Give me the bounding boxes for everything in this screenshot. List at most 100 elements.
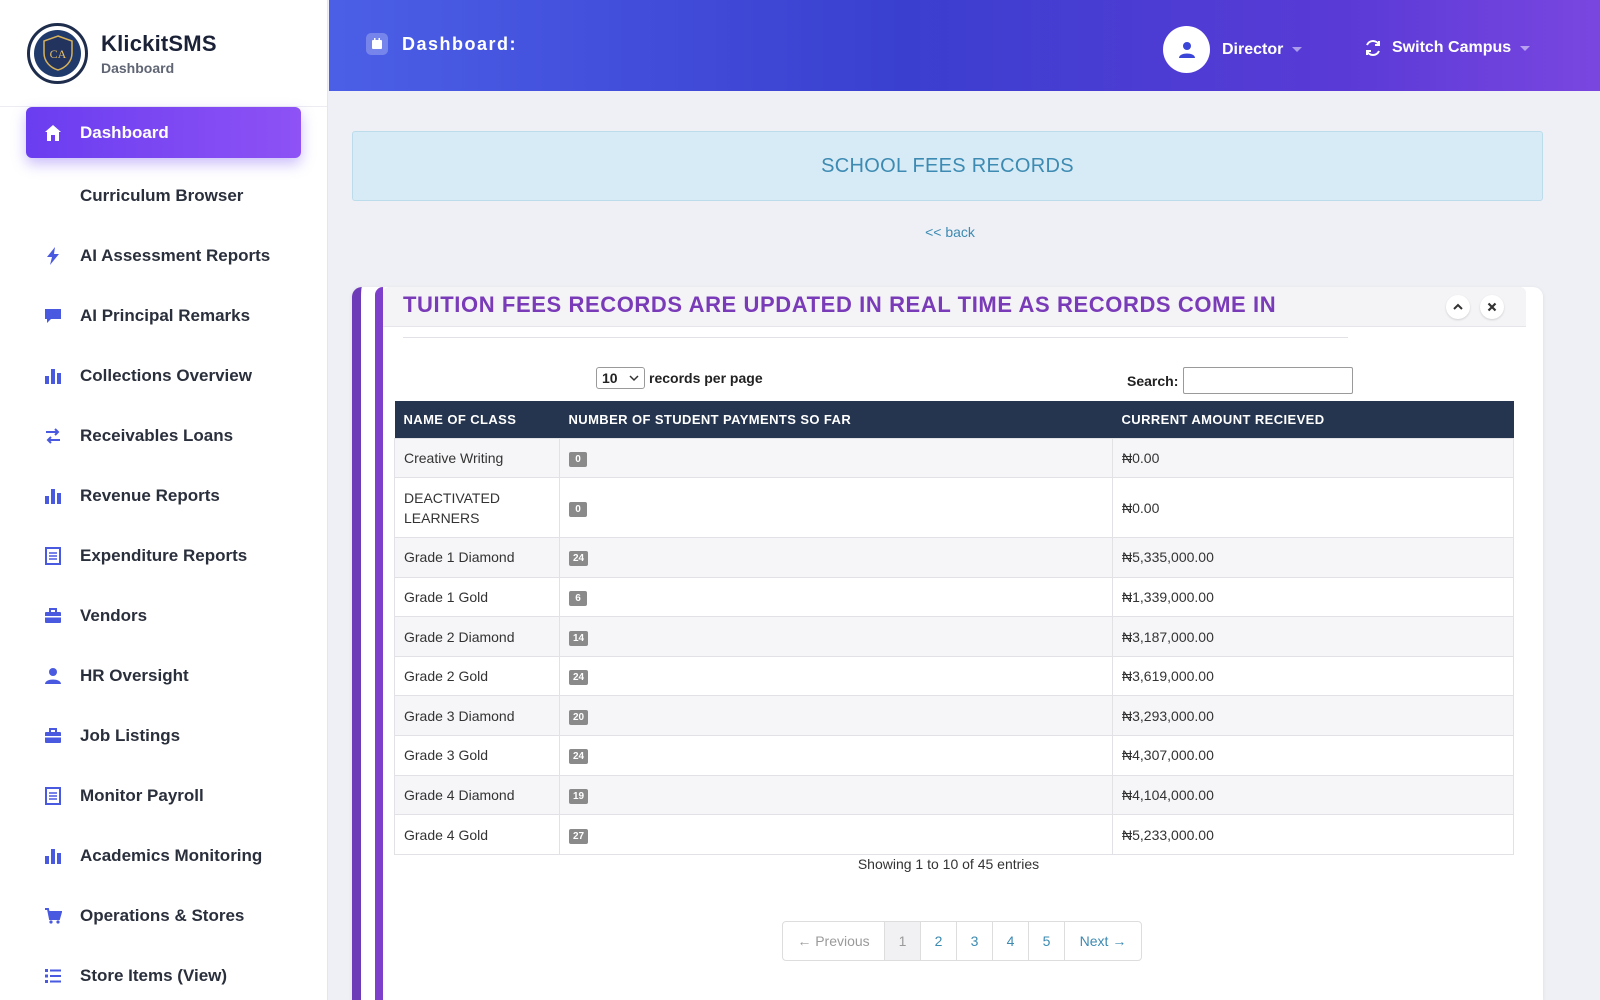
table-row: Grade 3 Gold 24 ₦4,307,000.00 — [394, 735, 1514, 776]
amount-cell: ₦0.00 — [1112, 477, 1514, 539]
payments-cell: 24 — [559, 537, 1113, 578]
sidebar: CA KlickitSMS Dashboard Dashboard Curric… — [0, 0, 328, 1000]
sidebar-item-receivables-loans[interactable]: Receivables Loans — [0, 406, 327, 466]
payments-cell: 0 — [559, 477, 1113, 539]
switch-campus-button[interactable]: Switch Campus — [1364, 39, 1531, 57]
table-info: Showing 1 to 10 of 45 entries — [383, 856, 1534, 872]
sidebar-item-label: Revenue Reports — [80, 486, 220, 505]
school-fees-banner: SCHOOL FEES RECORDS — [352, 131, 1543, 201]
school-logo[interactable]: CA — [27, 22, 88, 84]
sidebar-item-label: Receivables Loans — [80, 426, 234, 445]
sidebar-item-label: Store Items (View) — [80, 966, 228, 985]
sidebar-item-label: Operations & Stores — [80, 906, 245, 925]
sidebar-item-label: HR Oversight — [80, 666, 189, 685]
sidebar-item-label: Monitor Payroll — [80, 786, 204, 805]
collapse-button[interactable] — [1446, 295, 1470, 319]
page-button-3[interactable]: 3 — [957, 922, 993, 960]
table-row: Grade 2 Diamond 14 ₦3,187,000.00 — [394, 616, 1514, 657]
page-length-select[interactable]: 10 — [596, 367, 645, 389]
back-link[interactable]: << back — [900, 224, 1000, 240]
page-button-5[interactable]: 5 — [1029, 922, 1065, 960]
exchange-icon — [43, 426, 63, 446]
payments-cell: 14 — [559, 616, 1113, 657]
page-button-4[interactable]: 4 — [993, 922, 1029, 960]
payments-badge: 14 — [569, 630, 589, 646]
search-input[interactable] — [1183, 367, 1354, 394]
payments-cell: 6 — [559, 576, 1113, 618]
tuition-records-panel: TUITION FEES RECORDS ARE UPDATED IN REAL… — [375, 287, 1526, 1000]
panel-header: TUITION FEES RECORDS ARE UPDATED IN REAL… — [383, 287, 1526, 327]
briefcase-icon — [43, 726, 63, 746]
table-info-text: Showing 1 to 10 of 45 entries — [857, 856, 1040, 872]
page-length-value: 10 — [602, 370, 618, 386]
user-menu[interactable]: Director — [1163, 26, 1303, 73]
top-header: Dashboard: Director Switch Campus — [329, 0, 1600, 91]
table-row: Grade 4 Diamond 19 ₦4,104,000.00 — [394, 774, 1514, 816]
table-row: Grade 4 Gold 27 ₦5,233,000.00 — [394, 814, 1514, 855]
bar-chart-icon — [43, 846, 63, 866]
class-name-cell: Grade 4 Diamond — [394, 774, 560, 816]
column-header-payments[interactable]: NUMBER OF STUDENT PAYMENTS SO FAR — [560, 401, 1113, 438]
fees-table: NAME OF CLASS NUMBER OF STUDENT PAYMENTS… — [394, 401, 1514, 855]
brand: CA KlickitSMS Dashboard — [0, 0, 327, 107]
class-name-cell: Grade 3 Diamond — [394, 695, 560, 737]
sidebar-item-academics-monitoring[interactable]: Academics Monitoring — [0, 826, 327, 886]
banner-text: SCHOOL FEES RECORDS — [821, 154, 1074, 177]
sidebar-item-ai-assessment-reports[interactable]: AI Assessment Reports — [0, 226, 327, 286]
sidebar-item-operations-stores[interactable]: Operations & Stores — [0, 886, 327, 946]
payments-badge: 24 — [569, 551, 589, 567]
close-icon — [1487, 302, 1497, 312]
sidebar-item-job-listings[interactable]: Job Listings — [0, 706, 327, 766]
amount-cell: ₦3,187,000.00 — [1112, 616, 1514, 657]
payments-badge: 0 — [569, 451, 587, 467]
pagination: ← Previous 1 2 3 4 5 Next → — [782, 921, 1142, 961]
payments-cell: 24 — [559, 735, 1113, 776]
amount-cell: ₦0.00 — [1112, 437, 1514, 479]
page-button-1[interactable]: 1 — [885, 922, 921, 960]
brand-name: KlickitSMS — [101, 30, 217, 56]
sidebar-item-curriculum-browser[interactable]: Curriculum Browser — [0, 166, 327, 226]
brand-subtitle: Dashboard — [101, 59, 175, 76]
sidebar-item-label: AI Assessment Reports — [80, 246, 271, 265]
column-header-class[interactable]: NAME OF CLASS — [395, 401, 560, 438]
class-name-cell: Grade 2 Diamond — [394, 616, 560, 657]
chevron-down-icon — [1520, 45, 1531, 51]
previous-page-button[interactable]: ← Previous — [783, 922, 885, 960]
cart-icon — [43, 906, 63, 926]
table-row: DEACTIVATED LEARNERS 0 ₦0.00 — [394, 477, 1514, 539]
sidebar-item-expenditure-reports[interactable]: Expenditure Reports — [0, 526, 327, 586]
table-row: Grade 3 Diamond 20 ₦3,293,000.00 — [394, 695, 1514, 737]
amount-cell: ₦5,233,000.00 — [1112, 814, 1514, 855]
sidebar-item-label: Curriculum Browser — [80, 186, 244, 205]
payments-badge: 24 — [569, 670, 589, 686]
class-name-text: DEACTIVATED LEARNERS — [404, 489, 500, 526]
panel-title: TUITION FEES RECORDS ARE UPDATED IN REAL… — [403, 292, 1277, 317]
payments-badge: 6 — [569, 590, 587, 606]
table-row: Grade 1 Diamond 24 ₦5,335,000.00 — [394, 537, 1514, 578]
payments-badge: 19 — [569, 788, 589, 804]
user-icon — [1178, 41, 1195, 58]
bar-chart-icon — [43, 366, 63, 386]
sidebar-item-store-items-view[interactable]: Store Items (View) — [0, 946, 327, 1000]
user-name: Director — [1222, 40, 1284, 58]
table-row: Creative Writing 0 ₦0.00 — [394, 437, 1514, 479]
class-name-cell: DEACTIVATED LEARNERS — [394, 477, 560, 539]
sidebar-item-dashboard[interactable]: Dashboard — [26, 107, 301, 158]
sidebar-item-monitor-payroll[interactable]: Monitor Payroll — [0, 766, 327, 826]
amount-cell: ₦4,307,000.00 — [1112, 735, 1514, 776]
sidebar-item-label: Dashboard — [80, 122, 169, 142]
sidebar-item-collections-overview[interactable]: Collections Overview — [0, 346, 327, 406]
amount-cell: ₦3,293,000.00 — [1112, 695, 1514, 737]
column-header-amount[interactable]: CURRENT AMOUNT RECIEVED — [1113, 401, 1514, 438]
next-page-button[interactable]: Next → — [1065, 922, 1141, 960]
search-control: Search: — [1127, 367, 1354, 394]
sidebar-item-revenue-reports[interactable]: Revenue Reports — [0, 466, 327, 526]
page-button-2[interactable]: 2 — [921, 922, 957, 960]
sidebar-item-vendors[interactable]: Vendors — [0, 586, 327, 646]
table-row: Grade 1 Gold 6 ₦1,339,000.00 — [394, 576, 1514, 618]
payments-cell: 27 — [559, 814, 1113, 855]
sidebar-item-ai-principal-remarks[interactable]: AI Principal Remarks — [0, 286, 327, 346]
sidebar-item-hr-oversight[interactable]: HR Oversight — [0, 646, 327, 706]
payments-badge: 27 — [569, 828, 589, 844]
close-button[interactable] — [1480, 295, 1504, 319]
